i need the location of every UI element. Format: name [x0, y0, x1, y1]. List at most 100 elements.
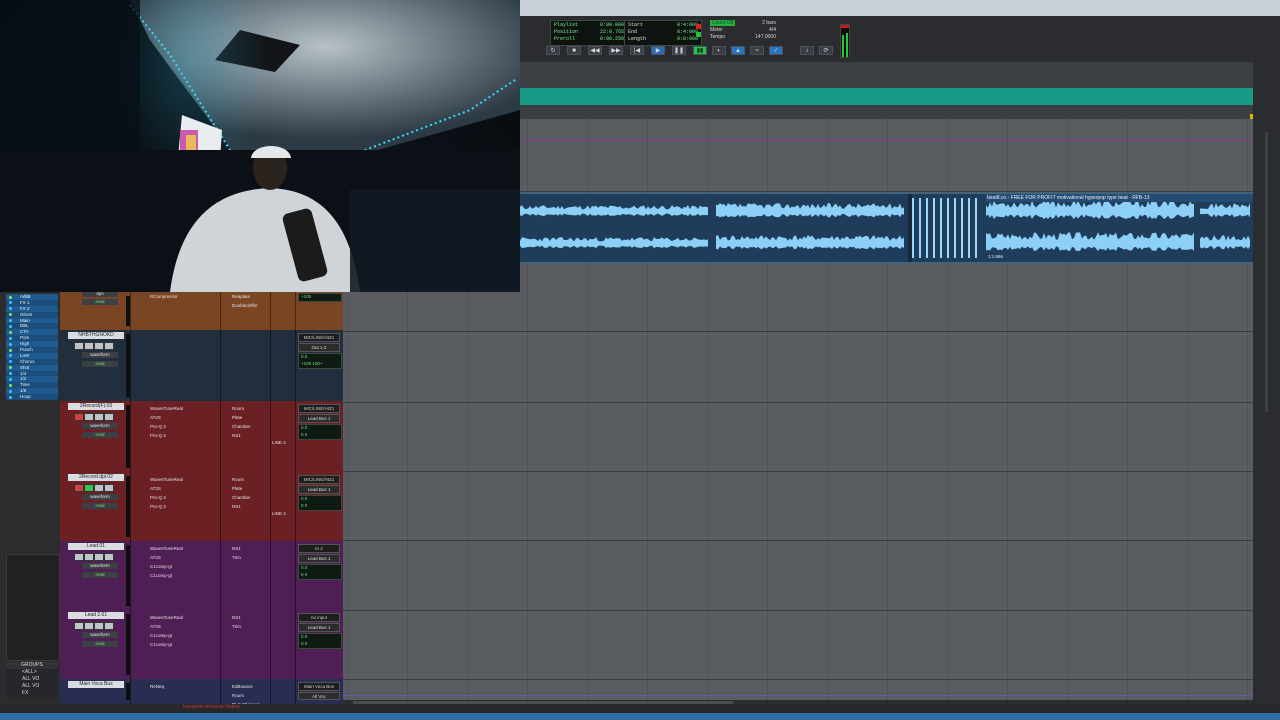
track-visible-dot-icon[interactable]	[9, 372, 12, 376]
track-name[interactable]: Lead.01	[68, 543, 124, 550]
insert-slot[interactable]: WavesTuneReal	[136, 544, 216, 553]
track-strip[interactable]: 2Record.dpl.02 waveform read WavesTuneReal A…	[60, 472, 343, 542]
track-mute-button[interactable]	[104, 622, 114, 630]
wait-note-button[interactable]: ◐	[712, 46, 726, 55]
send-slot[interactable]: NS1	[226, 613, 268, 622]
automation-mode-selector[interactable]: read	[82, 641, 118, 647]
send-slot[interactable]: NS1	[226, 502, 268, 511]
send-output-label[interactable]: LINE 4	[272, 440, 286, 445]
tempo-edit-button[interactable]: ♪	[800, 46, 814, 55]
send-slot[interactable]: Trim	[226, 553, 268, 562]
track-visible-dot-icon[interactable]	[9, 389, 12, 393]
send-slot[interactable]: Chamber	[226, 422, 268, 431]
track-view-selector[interactable]: waveform	[82, 632, 118, 638]
volume-pan-display[interactable]: 0.0 0 0	[298, 633, 342, 649]
automation-mode-selector[interactable]: read	[82, 361, 118, 367]
track-visible-dot-icon[interactable]	[9, 360, 12, 364]
tempo-ruler[interactable]	[520, 105, 1257, 119]
insert-slot[interactable]: C1comp-gt	[136, 571, 216, 580]
stop-button[interactable]: ■	[567, 46, 581, 55]
track-input-button[interactable]	[84, 553, 94, 561]
track-rec-button[interactable]	[74, 484, 84, 492]
merge-button[interactable]: ≈	[750, 46, 764, 55]
group-item[interactable]: <ALL>	[6, 669, 58, 676]
input-selector[interactable]: Main Voca Bus	[298, 682, 340, 691]
track-solo-button[interactable]	[94, 622, 104, 630]
insert-slot[interactable]: WavesTuneReal	[136, 613, 216, 622]
track-input-button[interactable]	[84, 342, 94, 350]
send-slot[interactable]: Chamber	[226, 493, 268, 502]
automation-mode-selector[interactable]: read	[82, 299, 118, 305]
track-visible-dot-icon[interactable]	[9, 295, 12, 299]
insert-slot[interactable]: Pro-Q 3	[136, 502, 216, 511]
vertical-scrollbar[interactable]	[1253, 62, 1280, 704]
track-strip[interactable]: NHBTHGNOKD waveform read MIC/LINE/HIZ1 Out 1…	[60, 330, 343, 402]
insert-slot[interactable]: Pro-Q 3	[136, 493, 216, 502]
track-input-button[interactable]	[84, 622, 94, 630]
track-mute-button[interactable]	[104, 342, 114, 350]
group-item[interactable]: ALL VO	[6, 683, 58, 690]
insert-slot[interactable]: C1comp-gt	[136, 640, 216, 649]
track-view-selector[interactable]: waveform	[82, 563, 118, 569]
send-slot[interactable]: Plate	[226, 484, 268, 493]
insert-slot[interactable]: WavesTuneReal	[136, 475, 216, 484]
insert-slot[interactable]: AT2S	[136, 484, 216, 493]
track-strip[interactable]: dyn read RCompressor Reaplate Doubledoffer +1…	[60, 292, 343, 331]
send-output-label[interactable]: LINE 4	[272, 511, 286, 516]
output-selector[interactable]: Lead Bus 1	[298, 414, 340, 423]
track-view-selector[interactable]: dyn	[82, 292, 118, 297]
rewind-button[interactable]: ◀◀	[588, 46, 602, 55]
track-visible-dot-icon[interactable]	[9, 336, 12, 340]
track-visible-dot-icon[interactable]	[9, 342, 12, 346]
input-selector[interactable]: MIC/LINE/HIZ1	[298, 333, 340, 342]
track-visible-dot-icon[interactable]	[9, 319, 12, 323]
count-off-badge[interactable]: Count Off	[710, 20, 736, 26]
track-strip[interactable]: Lead 2.01 waveform read WavesTuneReal AT2S C1…	[60, 610, 343, 680]
play-button[interactable]: ▶	[651, 46, 665, 55]
insert-slot[interactable]: AT2S	[136, 553, 216, 562]
track-solo-button[interactable]	[94, 413, 104, 421]
selection-counter[interactable]: Start 8:4:009 End 8:4:009 Length 0:0:000	[624, 20, 702, 46]
track-view-selector[interactable]: waveform	[82, 423, 118, 429]
track-list-item[interactable]: Hoop	[6, 394, 58, 401]
metronome-button[interactable]: ▲	[731, 46, 745, 55]
track-solo-button[interactable]	[94, 484, 104, 492]
marker-ruler[interactable]	[520, 88, 1257, 105]
volume-pan-display[interactable]: +100	[298, 293, 342, 302]
insert-slot[interactable]: WavesTuneReal	[136, 404, 216, 413]
groups-list[interactable]: <ALL> ALL VO ALL VO FX	[6, 669, 58, 697]
track-list[interactable]: AdliB FX 1 FX 2 Ghost Main DBL CTA Pom High Punch…	[6, 294, 58, 401]
track-visible-dot-icon[interactable]	[9, 330, 12, 334]
input-selector[interactable]: In 2	[298, 544, 340, 553]
send-slot[interactable]: NS1	[226, 431, 268, 440]
send-slot[interactable]: Room	[226, 691, 268, 700]
output-selector[interactable]: Lead Bus 1	[298, 485, 340, 494]
track-visible-dot-icon[interactable]	[9, 324, 12, 328]
insert-slot[interactable]: ReNeq	[136, 682, 216, 691]
track-name[interactable]: 2Record.dpl.02	[68, 474, 124, 481]
volume-pan-display[interactable]: 0.0 0 0	[298, 495, 342, 511]
insert-slot[interactable]: C1comp-gt	[136, 562, 216, 571]
track-visible-dot-icon[interactable]	[9, 377, 12, 381]
loop-button[interactable]: ↻	[546, 46, 560, 55]
volume-pan-display[interactable]: 0.0 0 0	[298, 564, 342, 580]
main-counter[interactable]: Playlist 0:00.000 Position 22:0.765 Prerol…	[550, 20, 628, 46]
track-rec-button[interactable]	[74, 553, 84, 561]
track-strip[interactable]: 2Record(F).03 waveform read WavesTuneReal AT…	[60, 401, 343, 473]
track-name[interactable]: NHBTHGNOKD	[68, 332, 124, 339]
track-solo-button[interactable]	[94, 342, 104, 350]
track-name[interactable]: Main Voca Bus	[68, 681, 124, 688]
track-strip[interactable]: Main Voca Bus ReNeq EdBounceRoomRLS Channe…	[60, 679, 343, 704]
automation-mode-selector[interactable]: read	[82, 503, 118, 509]
track-visible-dot-icon[interactable]	[9, 307, 12, 311]
timeline-ruler[interactable]	[520, 62, 1257, 89]
track-solo-button[interactable]	[94, 553, 104, 561]
volume-pan-display[interactable]: 0.0 +100 100+	[298, 353, 342, 369]
track-input-button[interactable]	[84, 484, 94, 492]
input-selector[interactable]: MIC/LINE/HIZ1	[298, 404, 340, 413]
output-selector[interactable]: Lead Bus 1	[298, 623, 340, 632]
send-slot[interactable]: Room	[226, 475, 268, 484]
track-visible-dot-icon[interactable]	[9, 354, 12, 358]
send-slot[interactable]: Plate	[226, 413, 268, 422]
track-view-selector[interactable]: waveform	[82, 494, 118, 500]
